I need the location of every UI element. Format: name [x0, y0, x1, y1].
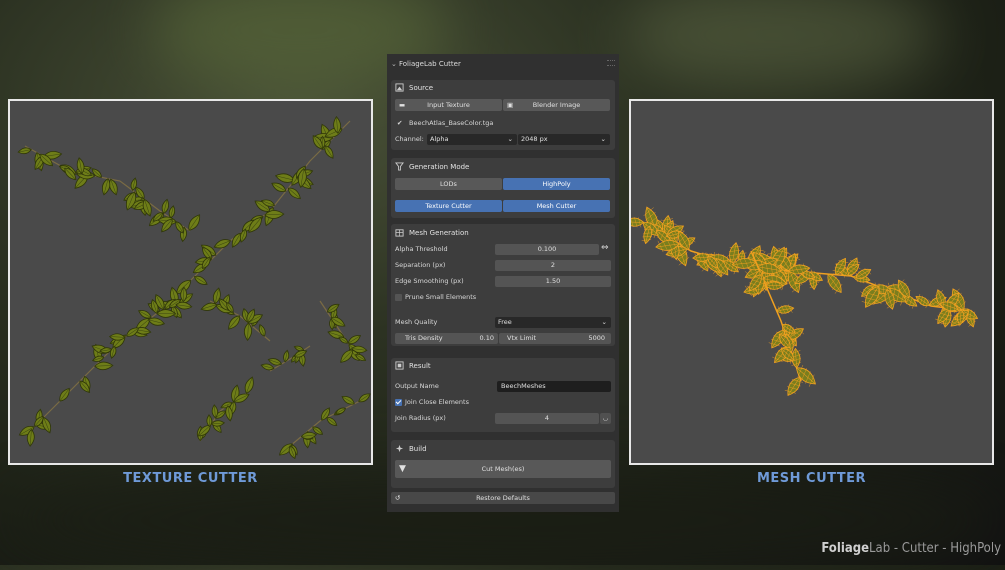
mesh-generation-header[interactable]: Mesh Generation	[395, 226, 469, 240]
mesh-cutter-viewport	[629, 99, 994, 465]
cut-icon: ▼	[399, 464, 406, 474]
watermark-brand-rest: Lab	[869, 541, 891, 556]
mesh-cutter-toggle[interactable]: Mesh Cutter	[503, 200, 610, 212]
watermark-brand-bold: Foliage	[821, 541, 870, 556]
prune-small-elements-checkbox[interactable]	[395, 294, 402, 301]
mesh-generation-label: Mesh Generation	[409, 229, 469, 237]
alpha-threshold-field[interactable]: 0.100	[495, 244, 599, 255]
texture-cutter-toggle[interactable]: Texture Cutter	[395, 200, 502, 212]
branch-stem	[289, 400, 361, 447]
source-section: Source ▬ Input Texture ▣ Blender Image ✔ B…	[391, 80, 615, 150]
blender-image-label: Blender Image	[532, 101, 581, 109]
curve-icon[interactable]: ◡	[600, 413, 611, 424]
cut-meshes-button[interactable]: ▼ Cut Mesh(es)	[395, 460, 611, 478]
cut-meshes-label: Cut Mesh(es)	[481, 465, 525, 473]
input-texture-button[interactable]: ▬ Input Texture	[395, 99, 502, 111]
channel-value: Alpha	[430, 135, 449, 143]
separation-label: Separation (px)	[395, 261, 446, 269]
alpha-threshold-label: Alpha Threshold	[395, 245, 448, 253]
foliagelab-cutter-panel: ⌄ FoliageLab Cutter Source ▬ Input Texture…	[387, 54, 619, 512]
brand-watermark: FoliageLab - Cutter - HighPoly	[821, 541, 1001, 556]
leaf-shape	[776, 304, 795, 315]
chevron-down-icon: ⌄	[601, 318, 607, 326]
loaded-file-name: BeechAtlas_BaseColor.tga	[409, 119, 494, 127]
image-icon: ▣	[507, 101, 514, 109]
funnel-icon	[395, 162, 404, 171]
leaf-shape	[287, 187, 301, 200]
leaf-shape	[244, 376, 254, 394]
leaf-shape	[258, 323, 266, 337]
join-close-elements-checkbox[interactable]	[395, 399, 402, 406]
leaf-shape	[228, 315, 241, 330]
drag-handle-icon[interactable]	[607, 60, 615, 66]
texture-atlas-preview	[17, 116, 371, 460]
leaf-shape	[326, 417, 338, 426]
leaf-shape	[358, 393, 371, 403]
build-header[interactable]: Build	[395, 442, 427, 456]
leaf-shape	[631, 217, 645, 228]
chevron-down-icon[interactable]: ⌄	[391, 58, 399, 70]
tris-density-label: Tris Density	[405, 334, 443, 342]
join-radius-field[interactable]: 4	[495, 413, 599, 424]
mesh-quality-label: Mesh Quality	[395, 318, 438, 326]
leaf-shape	[283, 349, 290, 363]
restore-defaults-label: Restore Defaults	[476, 494, 530, 502]
leaf-shape	[59, 387, 70, 402]
resolution-dropdown[interactable]: 2048 px ⌄	[518, 134, 610, 145]
background-foliage-blur	[620, 0, 940, 90]
image-icon	[395, 83, 404, 92]
mesh-icon	[395, 229, 404, 237]
output-name-label: Output Name	[395, 382, 439, 390]
tris-density-field[interactable]: Tris Density 0.10	[395, 333, 498, 344]
input-texture-label: Input Texture	[427, 101, 470, 109]
panel-title: FoliageLab Cutter	[399, 60, 461, 68]
generation-mode-section: Generation Mode LODs HighPoly Texture Cu…	[391, 158, 615, 218]
watermark-suffix: - Cutter - HighPoly	[890, 541, 1001, 556]
mesh-cutter-caption: MESH CUTTER	[756, 471, 867, 486]
undo-icon: ↺	[395, 494, 401, 502]
result-icon	[395, 361, 404, 370]
blender-image-button[interactable]: ▣ Blender Image	[503, 99, 610, 111]
restore-defaults-button[interactable]: ↺ Restore Defaults	[391, 492, 615, 504]
mesh-wireframe-preview	[631, 206, 979, 396]
separation-field[interactable]: 2	[495, 260, 611, 271]
channel-dropdown[interactable]: Alpha ⌄	[427, 134, 517, 145]
texture-cutter-caption: TEXTURE CUTTER	[123, 471, 258, 486]
folder-icon: ▬	[399, 101, 406, 109]
result-header-label: Result	[409, 362, 431, 370]
texture-cutter-viewport	[8, 99, 373, 465]
vtx-limit-field[interactable]: Vtx Limit 5000	[499, 333, 611, 344]
generation-mode-label: Generation Mode	[409, 163, 470, 171]
tris-density-value: 0.10	[479, 334, 494, 342]
sparkle-icon	[395, 444, 404, 453]
resolution-value: 2048 px	[521, 135, 548, 143]
result-section: Result Output Name BeechMeshes Join Clos…	[391, 358, 615, 432]
edge-smoothing-label: Edge Smoothing (px)	[395, 277, 464, 285]
build-header-label: Build	[409, 445, 427, 453]
build-section: Build ▼ Cut Mesh(es)	[391, 440, 615, 488]
mesh-quality-value: Free	[498, 318, 512, 326]
vtx-limit-label: Vtx Limit	[507, 334, 537, 342]
chevron-down-icon: ⌄	[600, 135, 606, 143]
vtx-limit-value: 5000	[588, 334, 605, 342]
file-loaded-check-icon: ✔	[397, 119, 403, 127]
edge-smoothing-field[interactable]: 1.50	[495, 276, 611, 287]
join-radius-label: Join Radius (px)	[395, 414, 446, 422]
lods-toggle[interactable]: LODs	[395, 178, 502, 190]
mesh-generation-section: Mesh Generation Alpha Threshold 0.100 ⇔ …	[391, 224, 615, 346]
highpoly-toggle[interactable]: HighPoly	[503, 178, 610, 190]
panel-header[interactable]: ⌄ FoliageLab Cutter	[391, 58, 461, 70]
swap-arrows-icon[interactable]: ⇔	[601, 243, 609, 254]
channel-label: Channel:	[395, 135, 424, 143]
join-close-elements-label: Join Close Elements	[405, 398, 469, 406]
source-header[interactable]: Source	[395, 81, 433, 95]
mesh-quality-dropdown[interactable]: Free ⌄	[495, 317, 611, 328]
generation-mode-header[interactable]: Generation Mode	[395, 160, 469, 174]
chevron-down-icon: ⌄	[507, 135, 513, 143]
result-header[interactable]: Result	[395, 359, 431, 373]
output-name-input[interactable]: BeechMeshes	[497, 381, 611, 392]
prune-small-elements-label: Prune Small Elements	[405, 293, 477, 301]
source-header-label: Source	[409, 84, 434, 92]
